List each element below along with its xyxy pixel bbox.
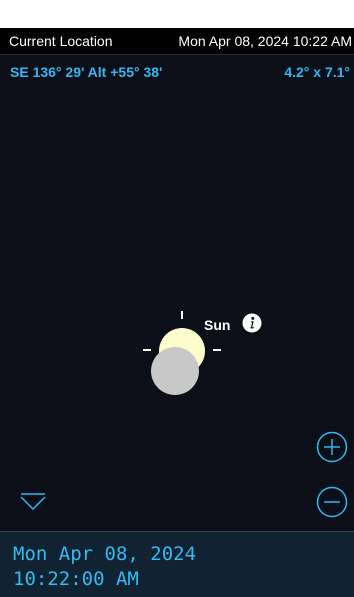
- footer-date[interactable]: Mon Apr 08, 2024: [13, 542, 196, 566]
- location-label[interactable]: Current Location: [9, 33, 113, 49]
- moon-disc[interactable]: [151, 347, 199, 395]
- sky-view[interactable]: SE 136° 29' Alt +55° 38' 4.2° x 7.1° Sun: [0, 55, 354, 531]
- top-status-strip: [0, 0, 354, 28]
- zoom-out-icon[interactable]: [316, 486, 348, 518]
- header-bar: Current Location Mon Apr 08, 2024 10:22 …: [0, 28, 354, 55]
- chevron-down-icon[interactable]: [20, 492, 46, 512]
- info-icon[interactable]: [242, 313, 262, 333]
- date-time-label[interactable]: Mon Apr 08, 2024 10:22 AM: [178, 33, 352, 49]
- date-time-footer[interactable]: Mon Apr 08, 2024 10:22:00 AM: [0, 531, 354, 597]
- pointing-coordinates: SE 136° 29' Alt +55° 38': [10, 64, 163, 80]
- sky-chart[interactable]: [0, 55, 354, 531]
- zoom-in-icon[interactable]: [316, 431, 348, 463]
- sun-label[interactable]: Sun: [204, 317, 230, 333]
- field-of-view[interactable]: 4.2° x 7.1°: [284, 64, 350, 80]
- footer-time[interactable]: 10:22:00 AM: [13, 567, 139, 591]
